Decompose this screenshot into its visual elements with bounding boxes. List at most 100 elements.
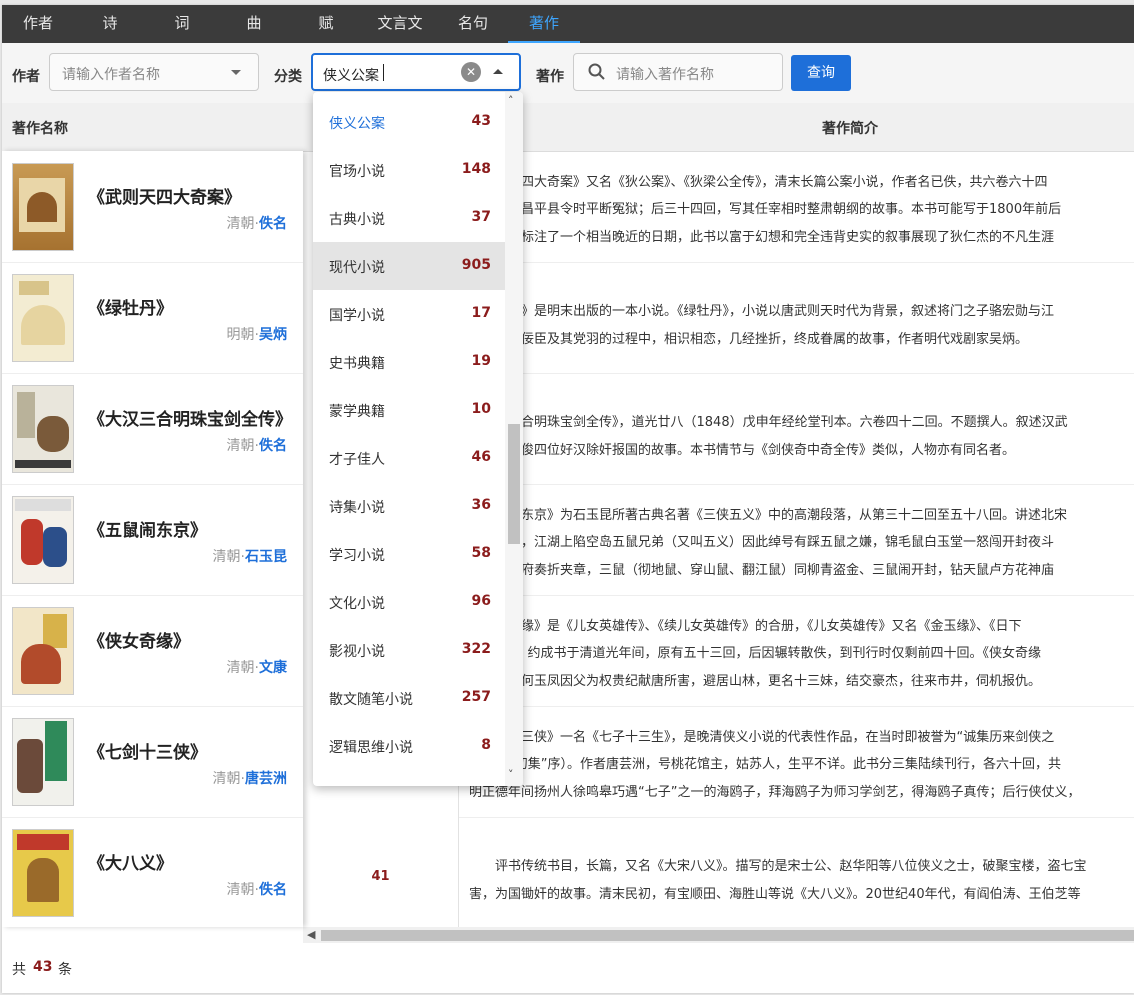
book-author: 明朝·吴炳 <box>226 327 287 343</box>
work-filter-label: 著作 <box>536 69 564 85</box>
author-link[interactable]: 文康 <box>259 660 287 676</box>
book-author: 清朝·石玉昆 <box>212 549 287 565</box>
author-link[interactable]: 佚名 <box>259 216 287 232</box>
category-option[interactable]: 蒙学典籍 10 <box>313 386 505 434</box>
horizontal-scrollbar[interactable]: ◀ <box>303 927 1134 943</box>
table-header: 著作名称 著作简介 <box>2 103 1134 152</box>
scroll-left-icon[interactable]: ◀ <box>307 927 315 943</box>
category-option[interactable]: 侠义公案 43 <box>313 98 505 146</box>
table-row[interactable]: 《七剑十三侠》 清朝·唐芸洲 <box>2 706 303 818</box>
option-count: 8 <box>481 737 491 753</box>
description-column: 《武则天四大奇案》又名《狄公案》、《狄梁公全传》，清末长篇公案小说，作者名已佚，… <box>459 151 1134 927</box>
option-label: 散文随笔小说 <box>329 692 413 708</box>
book-title[interactable]: 《绿牡丹》 <box>88 294 173 319</box>
category-option[interactable]: 文化小说 96 <box>313 578 505 626</box>
category-option[interactable]: 现代小说 905 <box>313 242 505 290</box>
tab-ci[interactable]: 词 <box>146 5 218 43</box>
chevron-up-icon[interactable] <box>493 69 503 74</box>
option-count: 148 <box>461 161 491 177</box>
author-link[interactable]: 佚名 <box>259 882 287 898</box>
table-row[interactable]: 《五鼠闹东京》 清朝·石玉昆 <box>2 484 303 596</box>
author-link[interactable]: 佚名 <box>259 438 287 454</box>
work-search-field[interactable]: 请输入著作名称 <box>573 53 783 91</box>
option-label: 才子佳人 <box>329 452 385 468</box>
author-select[interactable]: 请输入作者名称 <box>49 53 259 91</box>
book-title[interactable]: 《侠女奇缘》 <box>88 627 190 652</box>
table-row[interactable]: 《绿牡丹》 明朝·吴炳 <box>2 262 303 374</box>
desc-line: 《侠女奇缘》是《儿女英雄传》、《续儿女英雄传》的合册，《儿女英雄传》又名《金玉缘… <box>469 619 1022 634</box>
table-row[interactable]: 《侠女奇缘》 清朝·文康 <box>2 595 303 707</box>
category-option[interactable]: 官场小说 148 <box>313 146 505 194</box>
dynasty: 清朝 <box>212 771 241 787</box>
pagination-footer: 共 43 条 <box>2 943 1134 993</box>
table-row[interactable]: 《武则天四大奇案》 清朝·佚名 <box>2 151 303 263</box>
book-title[interactable]: 《五鼠闹东京》 <box>88 516 207 541</box>
horizontal-scroll-thumb[interactable] <box>321 930 1134 941</box>
book-cover <box>12 496 74 584</box>
category-option[interactable]: 诗集小说 36 <box>313 482 505 530</box>
book-title[interactable]: 《大八义》 <box>88 849 173 874</box>
book-cover <box>12 163 74 251</box>
desc-line: 害，为国锄奸的故事。清末民初，有宝顺田、海胜山等说《大八义》。20世纪40年代，… <box>469 887 1081 902</box>
option-count: 322 <box>461 641 491 657</box>
category-option[interactable]: 古典小说 37 <box>313 194 505 242</box>
category-option[interactable]: 学习小说 58 <box>313 530 505 578</box>
table-row[interactable]: 《大八义》 清朝·佚名 <box>2 817 303 927</box>
total-suffix: 条 <box>58 962 72 978</box>
desc-line: 评书传统书目，长篇，又名《大宋八义》。描写的是宋士公、赵华阳等八位侠义之士，破聚… <box>469 859 1087 874</box>
query-button[interactable]: 查询 <box>791 55 851 91</box>
category-option[interactable]: 才子佳人 46 <box>313 434 505 482</box>
tab-qu[interactable]: 曲 <box>218 5 290 43</box>
table-row[interactable]: 《大汉三合明珠宝剑全传》 清朝·佚名 <box>2 373 303 485</box>
author-link[interactable]: 吴炳 <box>259 327 287 343</box>
category-option[interactable]: 影视小说 322 <box>313 626 505 674</box>
option-count: 10 <box>471 401 491 417</box>
book-author: 清朝·唐芸洲 <box>212 771 287 787</box>
option-label: 逻辑思维小说 <box>329 740 413 756</box>
book-title[interactable]: 《武则天四大奇案》 <box>88 183 241 208</box>
book-title[interactable]: 《大汉三合明珠宝剑全传》 <box>88 405 292 430</box>
desc-line: 《大汉三合明珠宝剑全传》，道光廿八（1848）戊申年经纶堂刊本。六卷四十二回。不… <box>469 415 1068 430</box>
dynasty: 清朝 <box>226 216 255 232</box>
category-option[interactable]: 国学小说 17 <box>313 290 505 338</box>
dynasty: 清朝 <box>226 882 255 898</box>
desc-line: 《武则天四大奇案》又名《狄公案》、《狄梁公全传》，清末长篇公案小说，作者名已佚，… <box>469 175 1048 190</box>
scroll-up-icon[interactable]: ˄ <box>508 94 514 107</box>
option-count: 905 <box>461 257 491 273</box>
tab-works[interactable]: 著作 <box>508 5 580 43</box>
tab-classical[interactable]: 文言文 <box>362 5 438 43</box>
option-count: 19 <box>471 353 491 369</box>
clear-icon[interactable]: ✕ <box>461 62 481 82</box>
table-row: 评书传统书目，长篇，又名《大宋八义》。描写的是宋士公、赵华阳等八位侠义之士，破聚… <box>459 817 1134 927</box>
work-search-input[interactable]: 请输入著作名称 <box>616 64 714 84</box>
scroll-down-icon[interactable]: ˅ <box>508 768 514 781</box>
tab-poem[interactable]: 诗 <box>74 5 146 43</box>
category-value: 侠义公案 <box>323 68 379 84</box>
chevron-down-icon <box>231 70 241 75</box>
category-filter-label: 分类 <box>274 69 302 85</box>
option-label: 学习小说 <box>329 548 385 564</box>
dropdown-scrollbar[interactable]: ˄ ˅ <box>505 92 523 786</box>
book-cover <box>12 607 74 695</box>
category-select[interactable]: 侠义公案 ✕ <box>311 53 521 91</box>
option-count: 96 <box>471 593 491 609</box>
option-count: 257 <box>461 689 491 705</box>
book-title[interactable]: 《七剑十三侠》 <box>88 738 207 763</box>
filter-bar: 作者 请输入作者名称 分类 侠义公案 ✕ 著作 请输入著作名称 查询 <box>2 43 1134 103</box>
col-title-header[interactable]: 著作名称 <box>12 118 68 138</box>
table-row: 《武则天四大奇案》又名《狄公案》、《狄梁公全传》，清末长篇公案小说，作者名已佚，… <box>459 151 1134 263</box>
col-desc-header[interactable]: 著作简介 <box>822 118 878 138</box>
tab-author[interactable]: 作者 <box>2 5 74 43</box>
option-count: 17 <box>471 305 491 321</box>
table-row: 《大汉三合明珠宝剑全传》，道光廿八（1848）戊申年经纶堂刊本。六卷四十二回。不… <box>459 373 1134 485</box>
desc-line: 名门侠女何玉凤因父为权贵纪献唐所害，避居山林，更名十三妹，结交豪杰，往来市井，伺… <box>469 674 1042 689</box>
author-link[interactable]: 石玉昆 <box>245 549 287 565</box>
tab-fu[interactable]: 赋 <box>290 5 362 43</box>
tab-quotes[interactable]: 名句 <box>438 5 508 43</box>
dropdown-scroll-thumb[interactable] <box>508 424 520 544</box>
category-option[interactable]: 史书典籍 19 <box>313 338 505 386</box>
category-option[interactable]: 散文随笔小说 257 <box>313 674 505 722</box>
total-count: 43 <box>33 959 53 975</box>
category-option[interactable]: 逻辑思维小说 8 <box>313 722 505 770</box>
author-link[interactable]: 唐芸洲 <box>245 771 287 787</box>
